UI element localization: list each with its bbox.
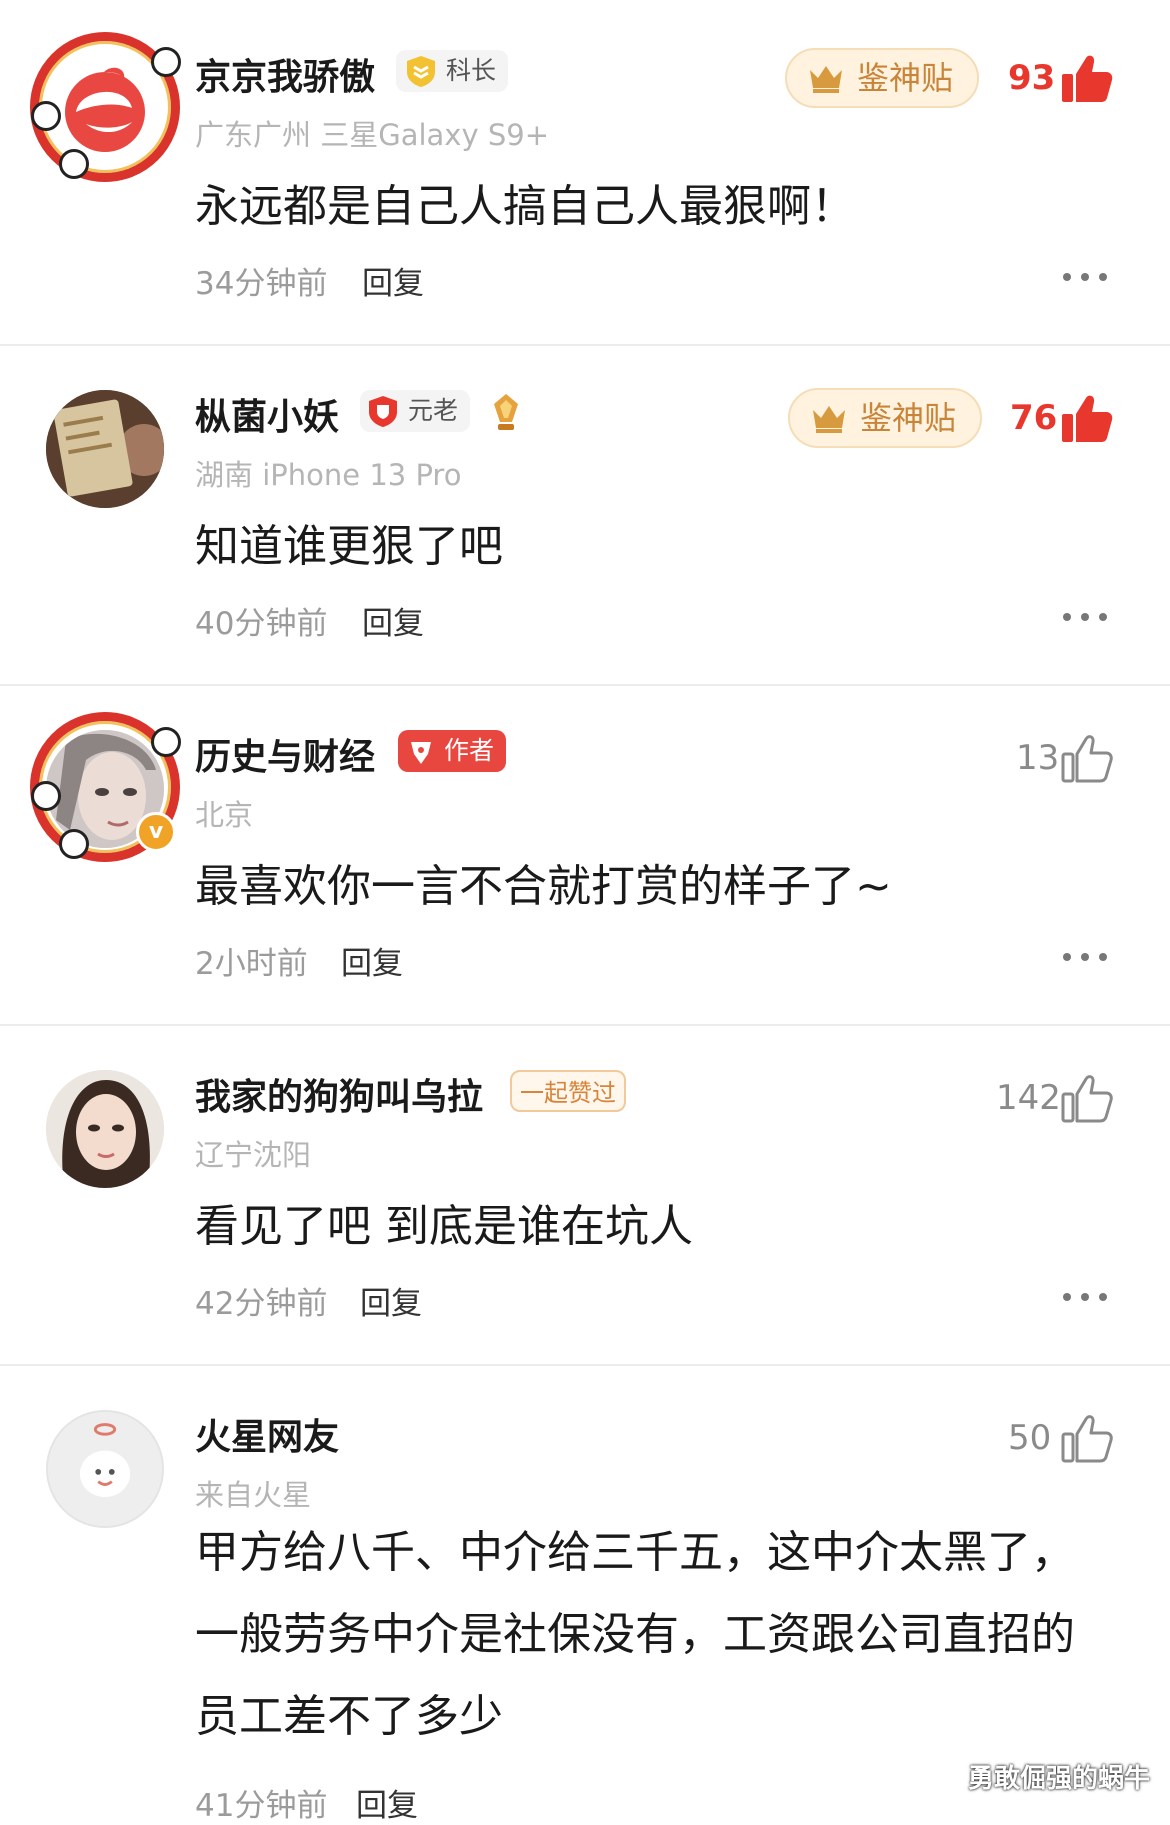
thumb-up-filled-icon[interactable] bbox=[1060, 392, 1114, 446]
thumb-up-outline-icon[interactable] bbox=[1060, 1072, 1114, 1126]
reply-button[interactable]: 回复 bbox=[360, 1278, 422, 1323]
trophy-icon bbox=[494, 394, 518, 430]
comment-item: 枞菌小妖 元老 湖南 iPhone 13 Pro 知道谁更狠了吧 40分钟前 回… bbox=[0, 340, 1170, 684]
more-icon[interactable] bbox=[1063, 1290, 1109, 1302]
avatar-photo bbox=[46, 390, 164, 508]
rank-badge-label: 科长 bbox=[446, 56, 497, 85]
comment-item: v 历史与财经 作者 北京 最喜欢你一言不合就打赏的样子了~ 2小时前 回复 1… bbox=[0, 680, 1170, 1024]
god-post-badge[interactable]: 鉴神贴 bbox=[788, 388, 982, 448]
username[interactable]: 枞菌小妖 bbox=[195, 388, 339, 440]
comment-item: 京京我骄傲 科长 广东广州 三星Galaxy S9+ 永远都是自己人搞自己人最狠… bbox=[0, 0, 1170, 344]
username[interactable]: 我家的狗狗叫乌拉 bbox=[195, 1068, 483, 1120]
god-post-badge[interactable]: 鉴神贴 bbox=[785, 48, 979, 108]
thumb-up-outline-icon[interactable] bbox=[1060, 732, 1114, 786]
like-count: 50 bbox=[1008, 1418, 1052, 1458]
like-count: 76 bbox=[1010, 398, 1058, 438]
username[interactable]: 火星网友 bbox=[195, 1408, 339, 1460]
comment-text: 知道谁更狠了吧 bbox=[195, 521, 503, 572]
god-post-label: 鉴神贴 bbox=[860, 399, 957, 437]
username[interactable]: 京京我骄傲 bbox=[195, 48, 375, 100]
rank-badge: 科长 bbox=[396, 50, 509, 92]
more-icon[interactable] bbox=[1063, 610, 1109, 622]
author-badge: 作者 bbox=[398, 730, 507, 772]
shield-icon bbox=[407, 56, 435, 87]
author-badge-label: 作者 bbox=[444, 736, 495, 765]
timestamp: 40分钟前 bbox=[195, 606, 328, 642]
pen-icon bbox=[411, 742, 431, 764]
location-device: 湖南 iPhone 13 Pro bbox=[195, 458, 462, 492]
location-device: 辽宁沈阳 bbox=[195, 1138, 312, 1172]
god-post-label: 鉴神贴 bbox=[857, 59, 954, 97]
comment-item: 我家的狗狗叫乌拉 一起赞过 辽宁沈阳 看见了吧 到底是谁在坑人 42分钟前 回复… bbox=[0, 1020, 1170, 1364]
comment-text: 甲方给八千、中介给三千五，这中介太黑了，一般劳务中介是社保没有，工资跟公司直招的… bbox=[195, 1527, 1075, 1742]
avatar[interactable] bbox=[46, 1070, 164, 1188]
timestamp: 42分钟前 bbox=[195, 1286, 328, 1322]
username[interactable]: 历史与财经 bbox=[195, 728, 375, 780]
more-icon[interactable] bbox=[1063, 950, 1109, 962]
timestamp: 41分钟前 bbox=[195, 1788, 328, 1824]
like-count: 142 bbox=[996, 1078, 1061, 1118]
reply-button[interactable]: 回复 bbox=[341, 938, 403, 983]
reply-button[interactable]: 回复 bbox=[362, 598, 424, 643]
verified-icon: v bbox=[136, 812, 176, 852]
avatar-frame bbox=[30, 32, 181, 182]
crown-icon bbox=[813, 406, 845, 433]
avatar[interactable] bbox=[46, 390, 164, 508]
comment-text: 永远都是自己人搞自己人最狠啊！ bbox=[195, 181, 855, 232]
location-device: 广东广州 三星Galaxy S9+ bbox=[195, 118, 549, 152]
watermark: 勇敢倔强的蜗牛 bbox=[968, 1764, 1151, 1794]
liked-together-badge: 一起赞过 bbox=[510, 1070, 626, 1112]
reply-button[interactable]: 回复 bbox=[356, 1780, 418, 1825]
like-count: 93 bbox=[1008, 58, 1056, 98]
thumb-up-filled-icon[interactable] bbox=[1060, 52, 1114, 106]
rank-badge: 元老 bbox=[360, 390, 471, 432]
avatar-default-icon bbox=[48, 1412, 162, 1526]
location-device: 北京 bbox=[195, 798, 254, 832]
timestamp: 2小时前 bbox=[195, 946, 308, 982]
comment-item: 火星网友 来自火星 甲方给八千、中介给三千五，这中介太黑了，一般劳务中介是社保没… bbox=[0, 1360, 1170, 1824]
crown-icon bbox=[810, 66, 842, 93]
avatar[interactable] bbox=[46, 1410, 164, 1528]
comment-text: 看见了吧 到底是谁在坑人 bbox=[195, 1201, 693, 1252]
thumb-up-outline-icon[interactable] bbox=[1060, 1412, 1114, 1466]
avatar-photo bbox=[46, 1070, 164, 1188]
shield-icon bbox=[369, 396, 397, 427]
location-device: 来自火星 bbox=[195, 1478, 312, 1512]
comment-text: 最喜欢你一言不合就打赏的样子了~ bbox=[195, 861, 892, 912]
rank-badge-label: 元老 bbox=[408, 396, 459, 425]
more-icon[interactable] bbox=[1063, 270, 1109, 282]
reply-button[interactable]: 回复 bbox=[362, 258, 424, 303]
like-count: 13 bbox=[1016, 738, 1060, 778]
timestamp: 34分钟前 bbox=[195, 266, 328, 302]
